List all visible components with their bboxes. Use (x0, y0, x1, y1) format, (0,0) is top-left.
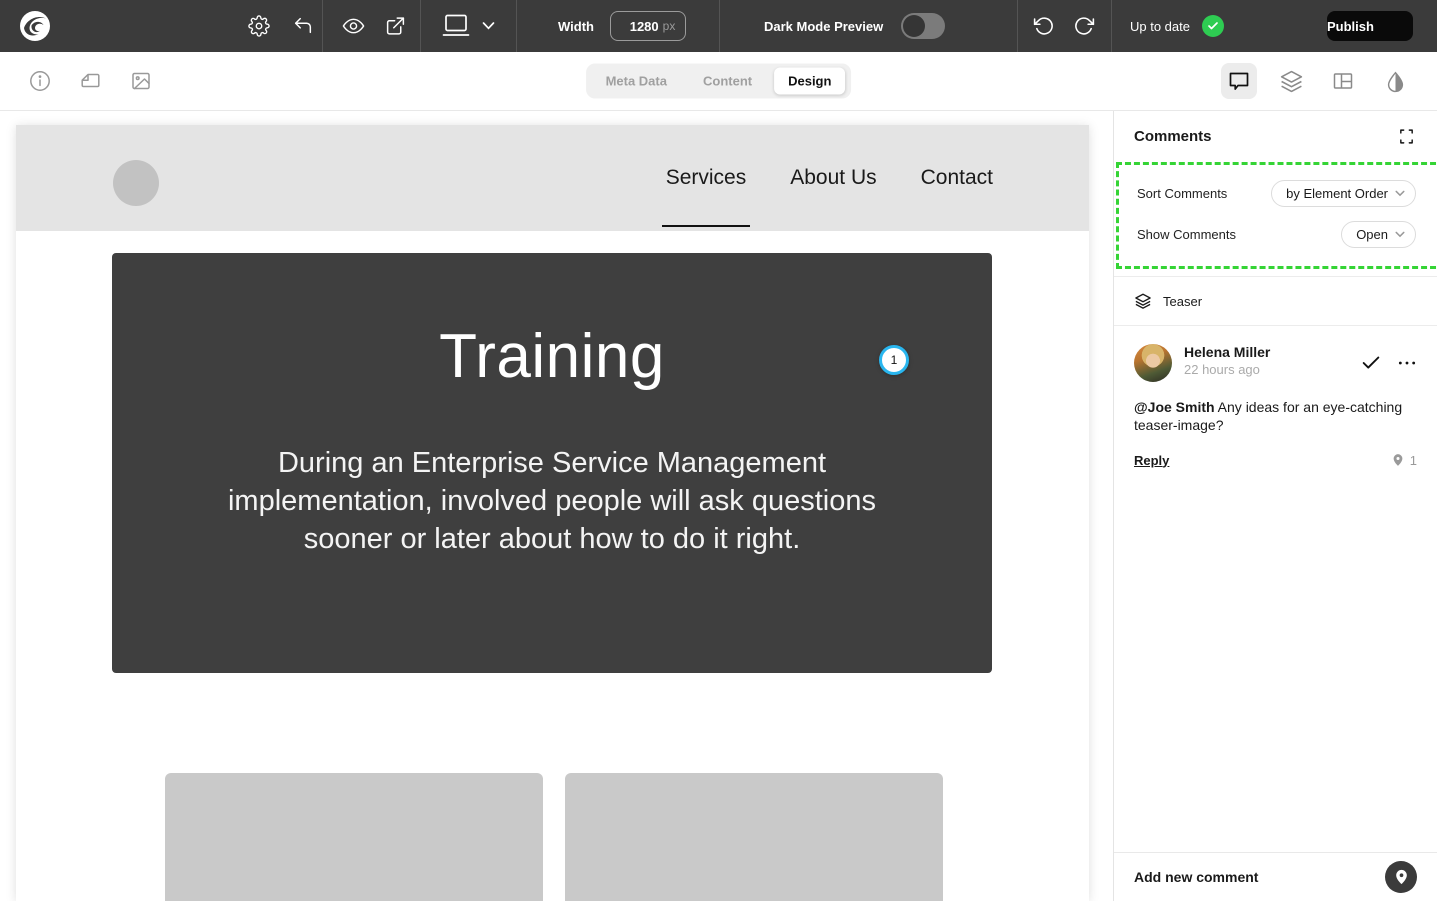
add-comment-pin-button[interactable] (1385, 861, 1417, 893)
comment-author: Helena Miller (1184, 344, 1360, 360)
show-comments-label: Show Comments (1137, 227, 1236, 242)
comment-item[interactable]: Helena Miller 22 hours ago (1114, 326, 1437, 468)
site-header: Services About Us Contact (16, 125, 1089, 231)
comments-panel-button[interactable] (1221, 63, 1257, 99)
tab-content[interactable]: Content (689, 68, 766, 95)
theme-contrast-button[interactable] (1377, 63, 1413, 99)
redo-icon (1075, 16, 1096, 37)
nav-item-services[interactable]: Services (666, 166, 747, 190)
comment-timestamp: 22 hours ago (1184, 362, 1360, 377)
reply-button[interactable]: Reply (1134, 453, 1169, 468)
chevron-down-icon (1395, 190, 1405, 197)
teaser-hero-section[interactable]: Training During an Enterprise Service Ma… (112, 253, 992, 673)
location-pin-icon (1391, 452, 1405, 468)
undo-button[interactable] (1032, 16, 1053, 37)
preview-canvas: Services About Us Contact Training Durin… (0, 111, 1113, 901)
content-placeholder-left[interactable] (165, 773, 543, 901)
external-link-icon (385, 16, 406, 37)
info-icon (28, 69, 52, 93)
layers-icon (1134, 292, 1152, 310)
top-app-bar: Width px Dark Mode Preview Up to date (0, 0, 1437, 52)
site-nav: Services About Us Contact (666, 125, 993, 231)
device-selector-button[interactable] (440, 13, 495, 40)
hero-title: Training (112, 253, 992, 392)
component-group-teaser[interactable]: Teaser (1114, 276, 1437, 326)
editor-mode-tabs: Meta Data Content Design (586, 64, 852, 99)
comment-text: @Joe Smith Any ideas for an eye-catching… (1134, 398, 1417, 434)
pin-count-value: 1 (1410, 453, 1417, 468)
publish-button[interactable]: Publish (1327, 11, 1413, 41)
toggle-knob (903, 15, 925, 37)
status-check-badge (1202, 15, 1224, 37)
layout-panel-button[interactable] (1325, 63, 1361, 99)
sort-comments-value: by Element Order (1286, 186, 1388, 201)
undo-icon (1032, 16, 1053, 37)
page-info-button[interactable] (28, 69, 52, 93)
brand-logo-icon (18, 9, 52, 43)
comments-panel-title: Comments (1134, 128, 1212, 145)
redo-button[interactable] (1075, 16, 1096, 37)
content-placeholder-right[interactable] (565, 773, 943, 901)
width-input[interactable] (621, 19, 659, 34)
check-icon (1360, 352, 1382, 374)
component-group-label: Teaser (1163, 294, 1202, 309)
desktop-device-icon (440, 13, 472, 40)
layers-panel-button[interactable] (1273, 63, 1309, 99)
layout-icon (1331, 69, 1355, 93)
comments-panel: Comments Sort Comments by Element Order … (1113, 111, 1437, 901)
width-input-wrap: px (610, 11, 686, 41)
nav-item-about-us[interactable]: About Us (790, 166, 876, 190)
preview-button[interactable] (342, 15, 365, 38)
eye-icon (342, 15, 365, 38)
width-label: Width (558, 19, 594, 34)
chevron-down-icon (1395, 231, 1405, 238)
comment-pin-count: 1 (1391, 452, 1417, 468)
editor-toolbar: Meta Data Content Design (0, 52, 1437, 111)
sort-comments-select[interactable]: by Element Order (1271, 180, 1416, 207)
ellipsis-icon (1397, 353, 1417, 373)
nav-item-contact[interactable]: Contact (921, 166, 993, 190)
comment-more-button[interactable] (1397, 353, 1417, 373)
hero-text: During an Enterprise Service Management … (207, 444, 897, 558)
dark-mode-label: Dark Mode Preview (764, 19, 883, 34)
comment-bubble-icon (1227, 69, 1251, 93)
publish-status-text: Up to date (1130, 19, 1190, 34)
revert-button[interactable] (292, 15, 314, 37)
add-comment-bar: Add new comment (1114, 852, 1437, 901)
show-comments-select[interactable]: Open (1341, 221, 1416, 248)
location-pin-icon (1393, 868, 1410, 886)
gear-icon (248, 15, 270, 37)
comment-filters-highlight: Sort Comments by Element Order Show Comm… (1116, 162, 1437, 269)
check-icon (1207, 20, 1219, 32)
tab-meta-data[interactable]: Meta Data (592, 68, 681, 95)
open-in-new-tab-button[interactable] (385, 16, 406, 37)
add-comment-label: Add new comment (1134, 869, 1258, 885)
expand-icon (1398, 128, 1415, 145)
website-page-preview[interactable]: Services About Us Contact Training Durin… (16, 125, 1089, 901)
chevron-down-icon (482, 22, 495, 31)
tab-design[interactable]: Design (774, 68, 845, 95)
show-comments-value: Open (1356, 227, 1388, 242)
sort-comments-label: Sort Comments (1137, 186, 1227, 201)
comment-marker-1[interactable]: 1 (879, 345, 909, 375)
expand-panel-button[interactable] (1398, 128, 1415, 145)
droplet-contrast-icon (1384, 70, 1407, 93)
avatar (1134, 344, 1172, 382)
comment-mention: @Joe Smith (1134, 399, 1215, 415)
dark-mode-toggle[interactable] (901, 13, 945, 39)
image-icon (129, 69, 153, 93)
media-button[interactable] (129, 69, 153, 93)
width-unit: px (663, 19, 676, 33)
app-logo[interactable] (18, 9, 52, 43)
settings-button[interactable] (248, 15, 270, 37)
page-icon (78, 69, 103, 93)
resolve-comment-button[interactable] (1360, 352, 1382, 374)
layers-icon (1279, 69, 1304, 94)
site-logo-placeholder[interactable] (113, 160, 159, 206)
page-properties-button[interactable] (78, 69, 103, 93)
undo-arrow-icon (292, 15, 314, 37)
